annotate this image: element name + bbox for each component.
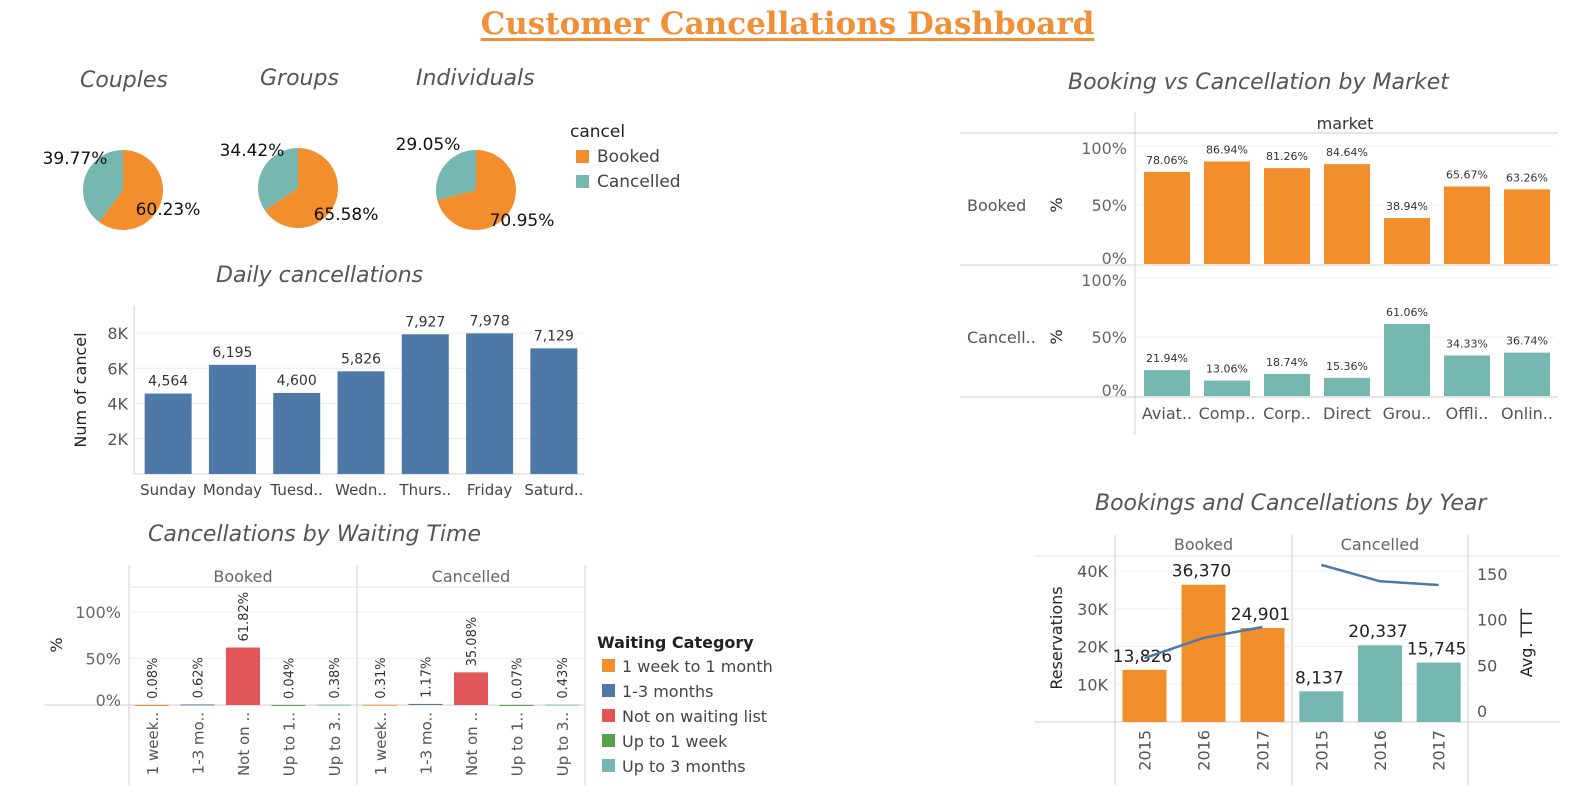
x-tick-label: 2016	[1195, 730, 1214, 771]
y2-tick-label: 50	[1477, 656, 1497, 675]
y2-tick-label: 150	[1477, 565, 1508, 584]
bar-booked-2016	[1181, 584, 1226, 722]
y-tick-label: 20K	[1077, 638, 1108, 657]
bar-value-label: 13,826	[1113, 647, 1172, 667]
x-tick-label: 2015	[1136, 730, 1155, 771]
bar-value-label: 36,370	[1172, 562, 1231, 582]
bar-booked-2017	[1240, 627, 1285, 722]
y2-axis-title: Avg. TTT	[1517, 608, 1536, 677]
x-tick-label: 2017	[1430, 730, 1449, 771]
year-chart: 10K 20K 30K 40K 0 50 100 150 Reservations Avg. TT…	[1035, 535, 1560, 785]
bar-value-label: 15,745	[1407, 640, 1466, 660]
y2-tick-label: 100	[1477, 611, 1508, 630]
y2-tick-label: 0	[1477, 702, 1487, 721]
panel-header: Booked	[1174, 535, 1233, 554]
bar-value-label: 8,137	[1295, 668, 1344, 688]
x-tick-label: 2017	[1254, 730, 1273, 771]
y-tick-label: 10K	[1077, 675, 1108, 694]
bar-cancelled-2017	[1416, 662, 1461, 722]
bar-cancelled-2016	[1358, 645, 1402, 722]
bar-cancelled-2015	[1299, 691, 1344, 722]
bar-booked-2015	[1122, 669, 1167, 722]
y-axis-title: Reservations	[1047, 586, 1066, 689]
x-tick-label: 2015	[1312, 730, 1331, 771]
y-tick-label: 30K	[1077, 600, 1108, 619]
x-tick-label: 2016	[1371, 730, 1390, 771]
bar-value-label: 24,901	[1231, 605, 1290, 625]
panel-header: Cancelled	[1341, 535, 1420, 554]
avg-ttt-line-cancelled	[1320, 563, 1439, 587]
bar-value-label: 20,337	[1348, 622, 1407, 642]
y-tick-label: 40K	[1077, 562, 1108, 581]
